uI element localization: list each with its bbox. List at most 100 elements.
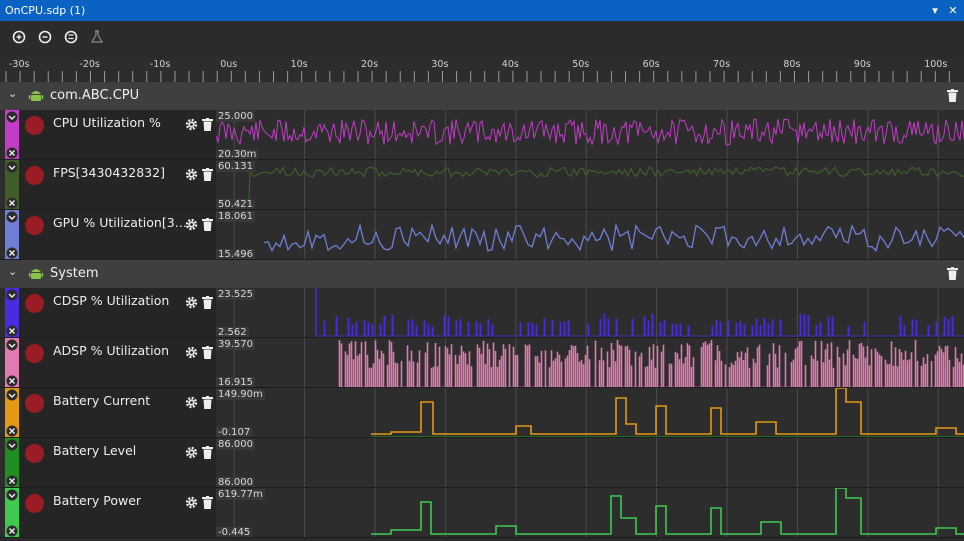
group-header[interactable]: ⌄ com.ABC.CPU (0, 82, 964, 110)
track-plot[interactable] (216, 488, 964, 538)
chevron-down-icon[interactable] (6, 489, 18, 501)
counter-track[interactable]: CPU Utilization % 25.000 20.30m (0, 110, 964, 160)
ruler-label: 30s (431, 59, 448, 70)
record-button[interactable] (25, 294, 44, 313)
remove-icon[interactable] (6, 197, 18, 209)
ruler-label: 20s (361, 59, 378, 70)
series-line (371, 488, 964, 535)
chevron-down-icon[interactable] (6, 389, 18, 401)
trash-icon[interactable] (202, 396, 213, 409)
gear-icon[interactable] (185, 346, 198, 359)
window-title: OnCPU.sdp (1) (5, 4, 86, 17)
counter-track[interactable]: Battery Power 619.77m -0.445 (0, 488, 964, 538)
y-max-label: 149.90m (216, 389, 265, 400)
pin-button[interactable]: ▾ (928, 0, 942, 21)
series-area (316, 313, 964, 337)
zoom-out-icon[interactable] (38, 30, 52, 44)
trash-icon[interactable] (947, 89, 958, 102)
ruler-ticks: -30s -20s -10s 0us 10s 20s 30s 40s 50s 60s 70s 80s 9… (5, 59, 950, 82)
record-button[interactable] (25, 494, 44, 513)
series-line (371, 388, 964, 435)
ruler-label: 0us (220, 59, 237, 70)
remove-icon[interactable] (6, 475, 18, 487)
record-button[interactable] (25, 444, 44, 463)
track-name: FPS[3430432832] (53, 165, 165, 180)
time-ruler[interactable]: -30s -20s -10s 0us 10s 20s 30s 40s 50s 60s 70s 80s 9… (0, 57, 964, 82)
remove-icon[interactable] (6, 375, 18, 387)
flask-icon[interactable] (90, 30, 104, 44)
trash-icon[interactable] (202, 118, 213, 131)
ruler-label: 60s (643, 59, 660, 70)
chevron-down-icon[interactable] (6, 439, 18, 451)
track-divider (0, 537, 964, 538)
ruler-label: 10s (291, 59, 308, 70)
track-plot[interactable] (216, 160, 964, 210)
close-button[interactable]: ✕ (946, 0, 960, 21)
gear-icon[interactable] (185, 446, 198, 459)
track-plot[interactable] (216, 438, 964, 488)
record-button[interactable] (25, 166, 44, 185)
collapse-chevron-icon[interactable]: ⌄ (8, 265, 17, 278)
y-max-label: 86.000 (216, 439, 255, 450)
remove-icon[interactable] (6, 525, 18, 537)
series-line (263, 222, 964, 252)
counter-track[interactable]: CDSP % Utilization 23.525 2.562 (0, 288, 964, 338)
counter-track[interactable]: ADSP % Utilization 39.570 16.915 (0, 338, 964, 388)
y-max-label: 619.77m (216, 489, 265, 500)
android-icon (28, 91, 44, 101)
remove-icon[interactable] (6, 147, 18, 159)
remove-icon[interactable] (6, 325, 18, 337)
y-max-label: 23.525 (216, 289, 255, 300)
trash-icon[interactable] (947, 267, 958, 280)
zoom-reset-icon[interactable] (64, 30, 78, 44)
y-max-label: 39.570 (216, 339, 255, 350)
y-max-label: 60.131 (216, 161, 255, 172)
chevron-down-icon[interactable] (6, 211, 18, 223)
record-button[interactable] (25, 394, 44, 413)
gear-icon[interactable] (185, 218, 198, 231)
series-area (338, 339, 964, 388)
record-button[interactable] (25, 344, 44, 363)
group-header[interactable]: ⌄ System (0, 260, 964, 288)
ruler-label: 70s (713, 59, 730, 70)
counter-track[interactable]: Battery Current 149.90m -0.107 (0, 388, 964, 438)
track-plot[interactable] (216, 338, 964, 388)
record-button[interactable] (25, 216, 44, 235)
track-plot[interactable] (216, 210, 964, 260)
remove-icon[interactable] (6, 425, 18, 437)
chevron-down-icon[interactable] (6, 161, 18, 173)
group-name: com.ABC.CPU (50, 88, 140, 103)
counter-track[interactable]: Battery Level 86.000 86.000 (0, 438, 964, 488)
gear-icon[interactable] (185, 118, 198, 131)
trash-icon[interactable] (202, 446, 213, 459)
gear-icon[interactable] (185, 168, 198, 181)
record-button[interactable] (25, 116, 44, 135)
gear-icon[interactable] (185, 296, 198, 309)
chevron-down-icon[interactable] (6, 339, 18, 351)
counter-track[interactable]: FPS[3430432832] 60.131 50.421 (0, 160, 964, 210)
ruler-label: 90s (854, 59, 871, 70)
counter-track[interactable]: GPU % Utilization[3… 18.061 15.496 (0, 210, 964, 260)
android-icon (28, 269, 44, 279)
track-plot[interactable] (216, 288, 964, 338)
y-max-label: 18.061 (216, 211, 255, 222)
chevron-down-icon[interactable] (6, 111, 18, 123)
gear-icon[interactable] (185, 396, 198, 409)
track-plot[interactable] (216, 388, 964, 438)
chevron-down-icon[interactable] (6, 289, 18, 301)
trash-icon[interactable] (202, 346, 213, 359)
series-line (249, 165, 964, 179)
zoom-in-icon[interactable] (12, 30, 26, 44)
track-name: Battery Power (53, 493, 142, 508)
trash-icon[interactable] (202, 218, 213, 231)
remove-icon[interactable] (6, 247, 18, 259)
trash-icon[interactable] (202, 296, 213, 309)
track-plot[interactable] (216, 110, 964, 160)
trash-icon[interactable] (202, 496, 213, 509)
gear-icon[interactable] (185, 496, 198, 509)
trash-icon[interactable] (202, 168, 213, 181)
collapse-chevron-icon[interactable]: ⌄ (8, 87, 17, 100)
track-name: CPU Utilization % (53, 115, 161, 130)
track-name: Battery Current (53, 393, 151, 408)
window-titlebar: OnCPU.sdp (1) ▾ ✕ (0, 0, 964, 21)
